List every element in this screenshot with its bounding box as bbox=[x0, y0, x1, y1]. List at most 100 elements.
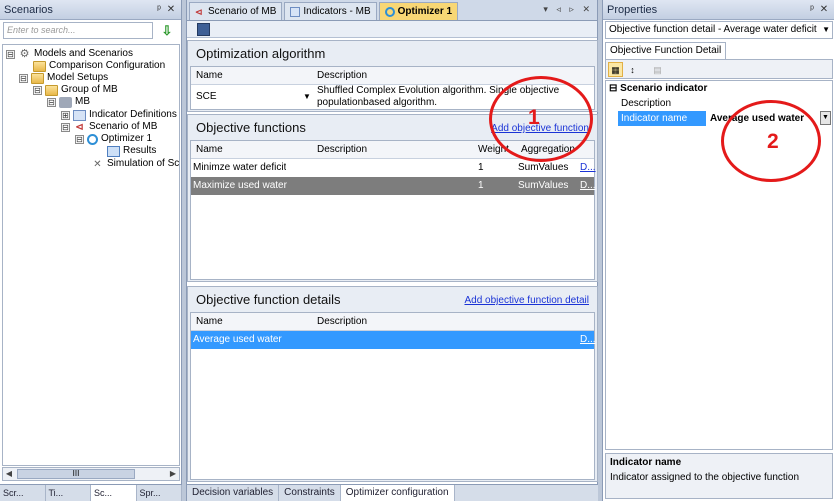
tree-node-indicator-definitions[interactable]: ⊞ Indicator Definitions bbox=[61, 109, 177, 121]
property-pages-icon[interactable]: ▤ bbox=[650, 62, 665, 77]
left-bottom-tabs: Scr... Ti... Sc... Spr... bbox=[0, 484, 182, 501]
folder-icon bbox=[31, 72, 44, 84]
annotation-circle-1 bbox=[489, 76, 593, 162]
collapse-toggle-icon[interactable]: ⊟ bbox=[47, 97, 56, 107]
tree-node-label: Group of MB bbox=[61, 84, 118, 95]
horizontal-scrollbar[interactable]: ◀ III ▶ bbox=[2, 467, 180, 481]
tab-indicators-mb[interactable]: Indicators - MB bbox=[284, 2, 377, 20]
tab-spreadsheets[interactable]: Spr... bbox=[137, 485, 182, 501]
column-header-description: Description bbox=[317, 144, 368, 155]
tree-node-models-and-scenarios[interactable]: ⊟ ⚙ Models and Scenarios bbox=[6, 48, 133, 60]
expand-toggle-icon[interactable]: ⊞ bbox=[61, 110, 70, 120]
tree-node-comparison-configuration[interactable]: Comparison Configuration bbox=[33, 60, 165, 72]
annotation-number-2: 2 bbox=[767, 130, 779, 153]
scenario-icon: ⊲ bbox=[195, 6, 203, 17]
chevron-down-icon[interactable]: ▼ bbox=[822, 22, 830, 38]
tab-optimizer-1[interactable]: Optimizer 1 bbox=[378, 2, 459, 20]
collapse-toggle-icon[interactable]: ⊟ bbox=[33, 85, 42, 95]
pin-icon[interactable]: ᵖ bbox=[806, 4, 818, 15]
tab-scenarios[interactable]: Sc... bbox=[91, 485, 137, 501]
chevron-down-icon[interactable]: ▼ bbox=[820, 111, 831, 125]
tab-controls[interactable]: ▾ ◃ ▹ ✕ bbox=[543, 4, 593, 15]
section-title: Optimization algorithm bbox=[196, 46, 326, 61]
objective-name: Maximize used water bbox=[193, 180, 287, 191]
add-objective-function-detail-link[interactable]: Add objective function detail bbox=[464, 295, 589, 306]
models-icon: ⚙ bbox=[19, 47, 30, 60]
description-text: Indicator assigned to the objective func… bbox=[610, 472, 800, 483]
collapse-toggle-icon[interactable]: ⊟ bbox=[75, 134, 84, 144]
optimizer-icon bbox=[87, 133, 98, 145]
tab-constraints[interactable]: Constraints bbox=[279, 485, 341, 501]
filter-down-icon[interactable]: ⇩ bbox=[158, 22, 176, 40]
tree-node-results[interactable]: Results bbox=[107, 145, 156, 157]
scroll-thumb[interactable]: III bbox=[17, 469, 135, 479]
column-header-description: Description bbox=[317, 316, 368, 327]
tree-node-label: Indicator Definitions bbox=[89, 109, 177, 120]
property-name: Indicator name bbox=[618, 111, 706, 126]
tree-node-model-setups[interactable]: ⊟ Model Setups bbox=[19, 72, 108, 84]
collapse-toggle-icon[interactable]: ⊟ bbox=[19, 73, 28, 83]
collapse-toggle-icon[interactable]: ⊟ bbox=[61, 122, 70, 132]
tab-objective-function-detail[interactable]: Objective Function Detail bbox=[605, 42, 727, 59]
tree-node-group-of-mb[interactable]: ⊟ Group of MB bbox=[33, 84, 118, 96]
annotation-number-1: 1 bbox=[528, 106, 540, 129]
properties-panel: Properties ᵖ ✕ Objective function detail… bbox=[602, 0, 834, 501]
tree-node-label: Model Setups bbox=[47, 72, 109, 83]
save-icon[interactable] bbox=[197, 23, 210, 36]
tree-node-label: Results bbox=[123, 145, 157, 156]
scenarios-panel-title: Scenarios bbox=[4, 3, 53, 16]
column-header-name: Name bbox=[196, 144, 223, 155]
scenario-icon: ⊲ bbox=[75, 121, 84, 133]
simulation-icon: ✕ bbox=[93, 158, 102, 170]
search-input[interactable]: Enter to search... bbox=[3, 22, 153, 39]
indicator-icon bbox=[73, 109, 86, 121]
chevron-down-icon[interactable]: ▼ bbox=[303, 85, 311, 109]
tab-optimizer-configuration[interactable]: Optimizer configuration bbox=[340, 485, 455, 501]
tree-node-mb[interactable]: ⊟ MB bbox=[47, 96, 90, 108]
object-selector-dropdown[interactable]: Objective function detail - Average wate… bbox=[605, 21, 833, 39]
objective-function-details-section: Objective function details Add objective… bbox=[187, 286, 598, 482]
scenarios-panel: Scenarios ᵖ ✕ Enter to search... ⇩ ⊟ ⚙ M… bbox=[0, 0, 182, 501]
tab-label: Indicators - MB bbox=[303, 6, 371, 17]
scroll-right-icon[interactable]: ▶ bbox=[167, 468, 179, 480]
category-label: Scenario indicator bbox=[620, 83, 708, 94]
folder-icon bbox=[45, 84, 58, 96]
close-icon[interactable]: ✕ bbox=[165, 4, 177, 15]
objective-weight: 1 bbox=[478, 180, 484, 191]
algorithm-name[interactable]: SCE bbox=[196, 85, 217, 109]
tree-node-optimizer-1[interactable]: ⊟ Optimizer 1 bbox=[75, 133, 152, 145]
tree-node-label: Optimizer 1 bbox=[101, 133, 153, 144]
tab-scenario-of-mb[interactable]: ⊲ Scenario of MB bbox=[189, 2, 283, 20]
tab-decision-variables[interactable]: Decision variables bbox=[187, 485, 280, 501]
tab-scripts[interactable]: Scr... bbox=[0, 485, 46, 501]
categorized-view-icon[interactable]: ▦ bbox=[608, 62, 623, 77]
description-title: Indicator name bbox=[610, 457, 682, 468]
category-header[interactable]: ⊟ Scenario indicator bbox=[606, 81, 832, 96]
table-row[interactable]: Average used water D... bbox=[191, 331, 596, 349]
document-toolbar bbox=[187, 21, 597, 38]
column-header-description: Description bbox=[317, 70, 368, 81]
indicators-icon bbox=[290, 6, 301, 17]
tree-node-simulation[interactable]: ✕ Simulation of Scer bbox=[91, 158, 179, 170]
properties-panel-title: Properties bbox=[607, 3, 658, 16]
detail-name: Average used water bbox=[193, 334, 282, 345]
tab-timeseries[interactable]: Ti... bbox=[46, 485, 91, 501]
scenario-tree: ⊟ ⚙ Models and Scenarios Comparison Conf… bbox=[2, 44, 180, 466]
tree-node-scenario-of-mb[interactable]: ⊟ ⊲ Scenario of MB bbox=[61, 121, 157, 133]
delete-link[interactable]: D... bbox=[580, 177, 596, 195]
table-row[interactable]: Minimze water deficit 1 SumValues D... bbox=[191, 159, 596, 177]
collapse-toggle-icon[interactable]: ⊟ bbox=[6, 49, 15, 59]
property-description-box: Indicator name Indicator assigned to the… bbox=[605, 453, 833, 499]
table-row[interactable]: Maximize used water 1 SumValues D... bbox=[191, 177, 596, 195]
tree-node-label: Models and Scenarios bbox=[34, 48, 133, 59]
close-icon[interactable]: ✕ bbox=[818, 4, 830, 15]
tree-node-label: Comparison Configuration bbox=[49, 60, 166, 71]
scroll-left-icon[interactable]: ◀ bbox=[3, 468, 15, 480]
objective-aggregation: SumValues bbox=[518, 180, 569, 191]
delete-link[interactable]: D... bbox=[580, 331, 596, 349]
delete-link[interactable]: D... bbox=[580, 159, 596, 177]
alphabetical-sort-icon[interactable]: ↕ bbox=[625, 62, 640, 77]
pin-icon[interactable]: ᵖ bbox=[153, 4, 165, 15]
tree-node-label: MB bbox=[75, 96, 90, 107]
folder-icon bbox=[33, 60, 46, 72]
